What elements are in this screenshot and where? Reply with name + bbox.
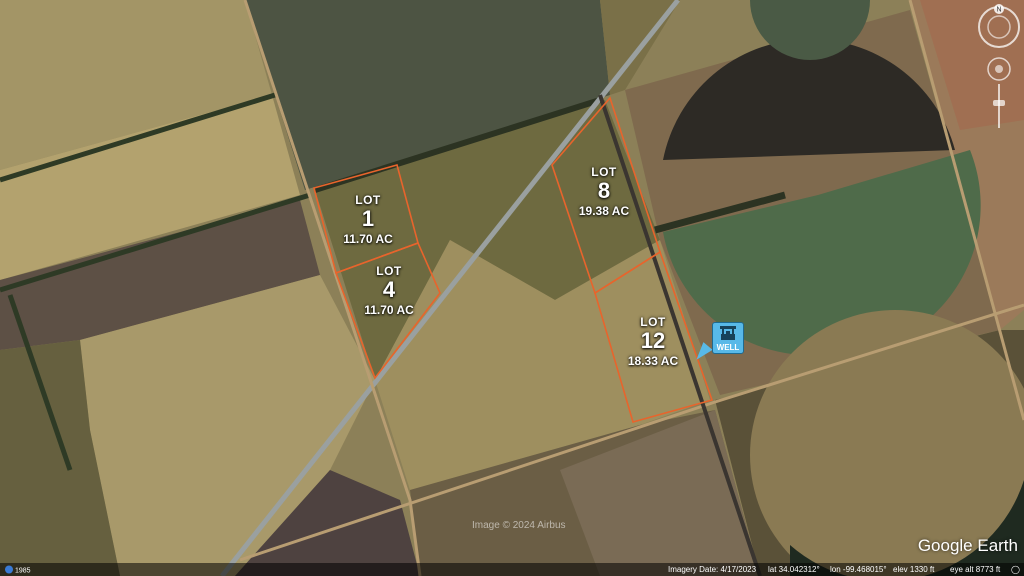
lot-1-label[interactable]: LOT 1 11.70 AC (342, 194, 394, 245)
historical-imagery-icon[interactable]: 1985 (4, 564, 34, 575)
compass-north-label: N (996, 7, 1001, 14)
lot-8-word: LOT (591, 165, 617, 179)
loading-icon: ◯ (1011, 565, 1020, 574)
lot-1-word: LOT (355, 193, 381, 207)
imagery-date: Imagery Date: 4/17/2023 (668, 565, 757, 574)
status-bar: 1985 Imagery Date: 4/17/2023 lat 34.0423… (0, 563, 1024, 576)
lot-4-word: LOT (376, 264, 402, 278)
zoom-control[interactable] (986, 56, 1012, 132)
lot-12-word: LOT (640, 315, 666, 329)
lot-4-area: 11.70 AC (364, 303, 414, 317)
latitude-readout: lat 34.042312° (768, 565, 820, 574)
elevation-readout: elev 1330 ft (893, 565, 935, 574)
lot-12-number: 12 (640, 328, 666, 353)
lot-8-label[interactable]: LOT 8 19.38 AC (576, 166, 632, 217)
imagery-watermark: Image © 2024 Airbus (472, 520, 566, 531)
lot-8-area: 19.38 AC (578, 204, 630, 218)
lot-12-label[interactable]: LOT 12 18.33 AC (624, 316, 682, 367)
google-earth-logo: Google Earth (917, 536, 1018, 555)
lot-4-label[interactable]: LOT 4 11.70 AC (362, 265, 416, 316)
lot-1-area: 11.70 AC (343, 232, 393, 246)
longitude-readout: lon -99.468015° (830, 565, 887, 574)
well-label: WELL (716, 343, 740, 352)
year-label: 1985 (15, 568, 31, 575)
lot-4-number: 4 (382, 277, 396, 302)
satellite-map[interactable] (0, 0, 1024, 576)
eye-altitude-readout: eye alt 8773 ft (950, 565, 1001, 574)
lot-12-area: 18.33 AC (627, 354, 679, 368)
well-icon (720, 326, 736, 340)
well-marker[interactable]: WELL (712, 322, 744, 354)
lot-1-number: 1 (361, 206, 375, 231)
compass-control[interactable]: N (976, 4, 1022, 50)
lot-8-number: 8 (597, 178, 611, 203)
